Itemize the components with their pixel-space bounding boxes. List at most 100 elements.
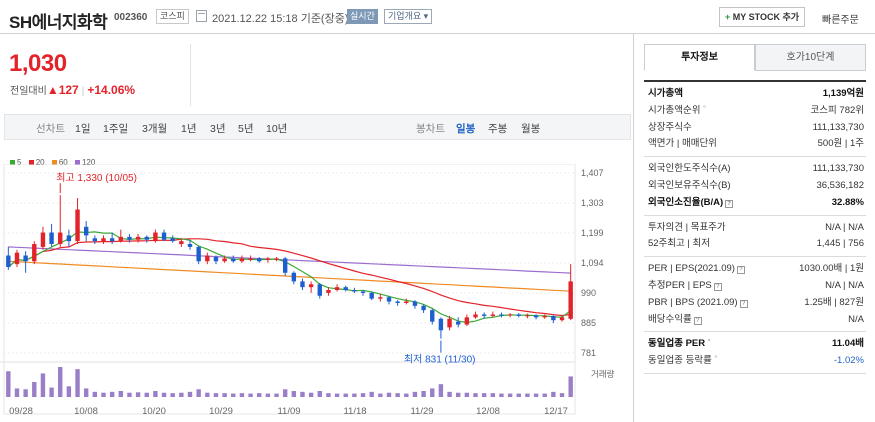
info-group: 시가총액 1,139억원 시가총액순위 ˚ 코스피 782위 상장주식수 111,133,… [644, 80, 866, 158]
volume-bar [412, 391, 418, 397]
candle-body [248, 258, 253, 260]
info-row: 상장주식수 111,133,730 [644, 120, 866, 137]
candle-body [170, 238, 175, 242]
info-row: 52주최고 | 최저 1,445 | 756 [644, 236, 866, 253]
candle-daily[interactable]: 일봉 [456, 121, 475, 136]
volume-bar [395, 393, 400, 397]
company-info-label: 기업개요 [388, 11, 422, 21]
volume-bar [118, 391, 123, 397]
volume-bar [248, 393, 253, 397]
candle-chart-label[interactable]: 봉차트 [416, 121, 445, 136]
volume-bar [464, 392, 470, 397]
volume-bar [179, 392, 184, 397]
period-3m[interactable]: 3개월 [142, 121, 167, 136]
candle-body [430, 310, 435, 322]
y-tick-label: 1,303 [581, 198, 604, 208]
help-icon[interactable]: ? [713, 282, 722, 291]
my-stock-add-button[interactable]: + MY STOCK 추가 [719, 7, 805, 27]
volume-bar [83, 388, 89, 397]
volume-bar [334, 393, 340, 397]
y-tick-label: 885 [581, 318, 596, 328]
candle-body [464, 317, 470, 325]
volume-bar [317, 391, 322, 397]
volume-bar [109, 391, 115, 397]
candle-body [525, 315, 530, 317]
candle-body [265, 258, 271, 260]
period-5y[interactable]: 5년 [238, 121, 254, 136]
volume-bar [447, 391, 452, 397]
info-value: 1,445 | 756 [816, 238, 864, 250]
candle-body [118, 236, 123, 242]
info-group: 동일업종 PER ˚ 11.04배 동일업종 등락률 ˚ -1.02% [644, 332, 866, 374]
volume-bar [525, 393, 530, 397]
volume-bar [291, 391, 297, 397]
candle-body [378, 297, 383, 299]
ma120-line [8, 246, 571, 274]
up-arrow-icon: ▲ [46, 83, 59, 97]
help-icon[interactable]: ? [725, 199, 734, 208]
period-3y[interactable]: 3년 [210, 121, 226, 136]
volume-bar [222, 393, 227, 397]
candle-body [187, 244, 193, 247]
info-key: 동일업종 PER ˚ [648, 338, 711, 350]
info-key: 상장주식수 [648, 121, 692, 133]
quick-order-link[interactable]: 빠른주문 [822, 11, 859, 26]
tab-orderbook-10[interactable]: 호가10단계 [755, 44, 866, 71]
info-value: 코스피 782위 [810, 104, 864, 116]
info-group: 투자의견 | 목표주가 N/A | N/A 52주최고 | 최저 1,445 | 75… [644, 216, 866, 258]
low-annotation: 최저 831 (11/30) [404, 354, 476, 366]
candle-body [58, 232, 63, 245]
help-icon[interactable]: ? [739, 299, 748, 308]
x-tick-label: 11/09 [277, 406, 300, 417]
candle-monthly[interactable]: 월봉 [521, 121, 540, 136]
info-value: N/A | N/A [825, 221, 864, 233]
candle-body [179, 241, 184, 245]
change-label: 전일대비 [10, 86, 47, 97]
x-tick-label: 10/29 [209, 406, 233, 417]
info-value: 111,133,730 [812, 163, 864, 175]
candle-body [282, 258, 288, 273]
candle-body [6, 255, 11, 268]
candle-body [14, 252, 20, 265]
period-1d[interactable]: 1일 [75, 121, 91, 136]
candle-weekly[interactable]: 주봉 [488, 121, 507, 136]
candle-body [551, 315, 556, 321]
candle-body [257, 258, 262, 262]
volume-bar [568, 376, 573, 397]
stock-header: SH에너지화학 002360 코스피 2021.12.22 15:18 기준(장… [0, 0, 875, 34]
company-name: SH에너지화학 [9, 13, 108, 32]
volume-bar [473, 393, 478, 397]
help-icon[interactable]: ? [693, 316, 702, 325]
volume-bar [144, 392, 149, 397]
candle-body [499, 314, 504, 316]
candle-body [222, 258, 227, 262]
period-10y[interactable]: 10년 [266, 121, 287, 136]
candle-body [360, 291, 366, 293]
price-chart: 1,407 1,303 1,199 1,094 990 885 781 최고 1,330 (1… [0, 164, 615, 417]
realtime-badge[interactable]: 실시간 [347, 9, 378, 24]
tab-invest-info[interactable]: 투자정보 [644, 44, 755, 71]
candle-body [23, 255, 28, 262]
volume-bar [32, 382, 37, 397]
candle-body [196, 246, 201, 262]
ma5-line [7, 231, 572, 324]
period-1w[interactable]: 1주일 [103, 121, 128, 136]
line-chart-label[interactable]: 선차트 [36, 121, 65, 136]
help-icon[interactable]: ? [736, 266, 745, 275]
candle-body [343, 287, 348, 291]
volume-bar [40, 373, 46, 397]
candle-body [412, 301, 418, 306]
volume-bar [378, 393, 383, 397]
company-info-dropdown[interactable]: 기업개요 ▾ [384, 9, 433, 24]
info-value: 11.04배 [832, 338, 864, 350]
info-key: 추정PER | EPS? [648, 278, 722, 295]
candle-body [473, 314, 478, 318]
volume-bar [153, 391, 158, 397]
y-tick-label: 1,407 [581, 168, 604, 178]
info-value: 1030.00배 | 1원 [799, 263, 864, 275]
period-1y[interactable]: 1년 [181, 121, 197, 136]
volume-bar [135, 392, 141, 397]
candle-body [352, 290, 357, 292]
volume-bar [170, 393, 175, 397]
volume-bar [23, 389, 28, 397]
